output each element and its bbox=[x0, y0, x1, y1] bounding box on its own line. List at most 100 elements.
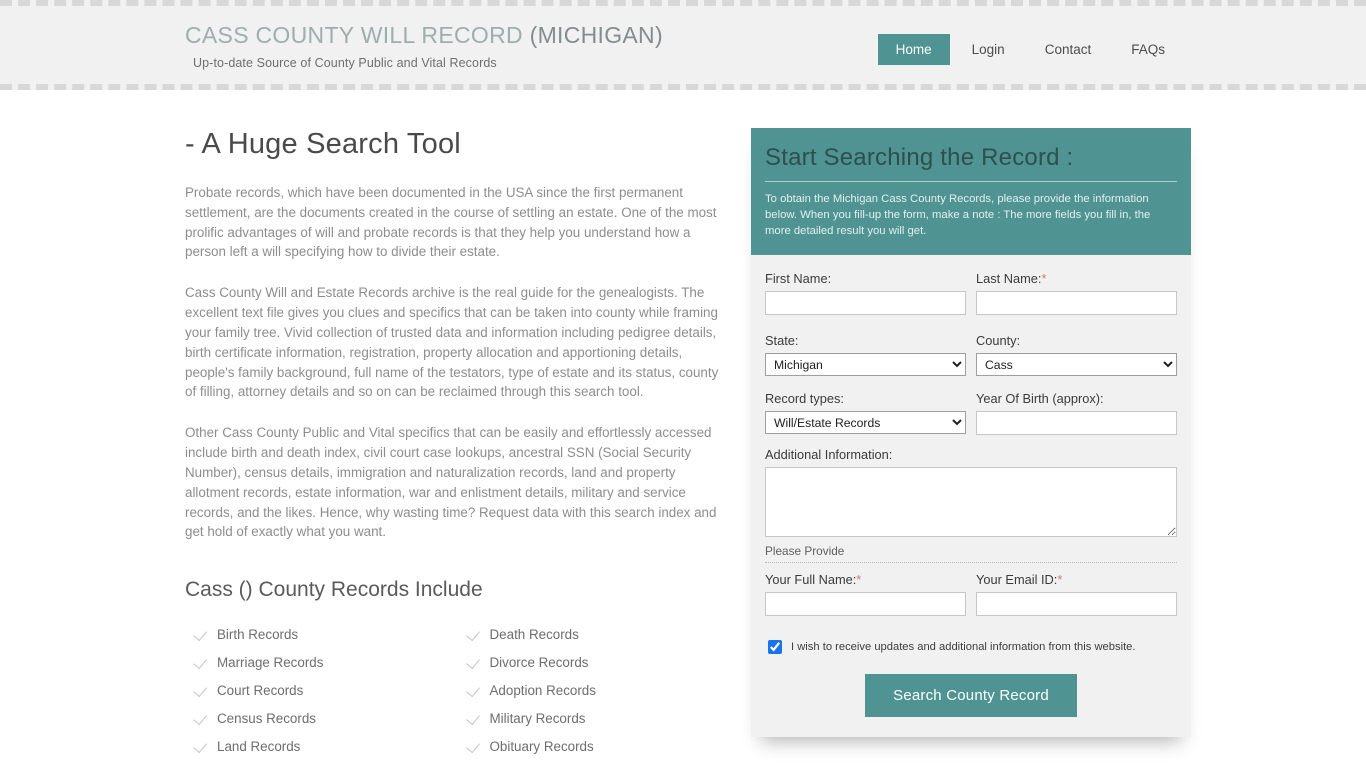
nav-item-login[interactable]: Login bbox=[954, 34, 1023, 65]
optin-checkbox[interactable] bbox=[768, 640, 782, 655]
first-name-label-text: First Name: bbox=[765, 271, 832, 287]
check-icon bbox=[468, 740, 481, 753]
list-item: Court Records bbox=[195, 676, 458, 704]
first-name-input[interactable] bbox=[765, 291, 966, 316]
check-icon bbox=[195, 712, 208, 725]
check-icon bbox=[195, 684, 208, 697]
location-row: State: Michigan County: Cass bbox=[765, 333, 1177, 377]
form-body: First Name: Last Name:* State: Michigan … bbox=[751, 255, 1191, 737]
required-asterisk: * bbox=[1041, 271, 1047, 287]
list-item-label: Death Records bbox=[489, 626, 579, 642]
state-label: State: bbox=[765, 333, 799, 349]
check-icon bbox=[195, 656, 208, 669]
list-item: Divorce Records bbox=[468, 648, 731, 676]
first-name-field: First Name: bbox=[765, 271, 966, 316]
year-of-birth-input[interactable] bbox=[976, 411, 1177, 436]
site-header: CASS COUNTY WILL RECORD (MICHIGAN) Up-to… bbox=[0, 0, 1366, 90]
email-label-text: Your Email ID: bbox=[976, 572, 1058, 588]
form-heading: Start Searching the Record : bbox=[765, 144, 1177, 182]
list-item-label: Obituary Records bbox=[489, 738, 594, 754]
submit-wrap: Search County Record bbox=[765, 674, 1177, 718]
list-item: Land Records bbox=[195, 732, 458, 760]
record-row: Record types: Will/Estate Records Year O… bbox=[765, 391, 1177, 436]
list-item: Marriage Records bbox=[195, 648, 458, 676]
please-provide-label: Please Provide bbox=[765, 544, 1177, 564]
article-paragraph-2: Cass County Will and Estate Records arch… bbox=[185, 285, 719, 400]
page-title: - A Huge Search Tool bbox=[185, 128, 461, 160]
email-label: Your Email ID:* bbox=[976, 572, 1177, 587]
full-name-field: Your Full Name:* bbox=[765, 572, 966, 617]
nav-item-home[interactable]: Home bbox=[877, 34, 950, 65]
county-select[interactable]: Cass bbox=[976, 353, 1177, 377]
check-icon bbox=[195, 740, 208, 753]
header-inner: CASS COUNTY WILL RECORD (MICHIGAN) Up-to… bbox=[183, 6, 1183, 84]
records-list: Birth Records Death Records Marriage Rec… bbox=[185, 620, 730, 768]
year-of-birth-label: Year Of Birth (approx): bbox=[976, 391, 1104, 407]
list-item: War Records bbox=[468, 760, 731, 768]
check-icon bbox=[468, 684, 481, 697]
additional-info-label: Additional Information: bbox=[765, 447, 893, 463]
name-row: First Name: Last Name:* bbox=[765, 271, 1177, 316]
site-title-main: CASS COUNTY WILL RECORD bbox=[185, 22, 523, 48]
year-of-birth-field: Year Of Birth (approx): bbox=[976, 391, 1177, 436]
record-types-field: Record types: Will/Estate Records bbox=[765, 391, 966, 435]
additional-info-textarea[interactable] bbox=[765, 467, 1177, 538]
required-asterisk: * bbox=[856, 572, 862, 588]
list-item: Military Records bbox=[468, 704, 731, 732]
form-description: To obtain the Michigan Cass County Recor… bbox=[765, 193, 1151, 238]
list-item: Will & Estate Records bbox=[195, 760, 458, 768]
article-paragraph-3: Other Cass County Public and Vital speci… bbox=[185, 425, 717, 540]
nav-item-faqs[interactable]: FAQs bbox=[1113, 34, 1183, 65]
full-name-label-text: Your Full Name: bbox=[765, 572, 857, 588]
list-item: Obituary Records bbox=[468, 732, 731, 760]
list-item-label: Birth Records bbox=[217, 626, 299, 642]
last-name-field: Last Name:* bbox=[976, 271, 1177, 316]
form-header: Start Searching the Record : To obtain t… bbox=[751, 128, 1191, 256]
list-item: Birth Records bbox=[195, 620, 458, 648]
records-heading: Cass () County Records Include bbox=[185, 578, 483, 602]
search-county-record-button[interactable]: Search County Record bbox=[865, 674, 1077, 718]
required-asterisk: * bbox=[1057, 572, 1063, 588]
full-name-label: Your Full Name:* bbox=[765, 572, 966, 587]
article-column: - A Huge Search Tool Probate records, wh… bbox=[185, 128, 730, 768]
site-subtitle: Up-to-date Source of County Public and V… bbox=[193, 56, 497, 71]
check-icon bbox=[468, 656, 481, 669]
list-item: Death Records bbox=[468, 620, 731, 648]
list-item-label: Land Records bbox=[217, 738, 301, 754]
search-form-panel: Start Searching the Record : To obtain t… bbox=[751, 128, 1191, 738]
contact-row: Your Full Name:* Your Email ID:* bbox=[765, 572, 1177, 617]
article-paragraph-1: Probate records, which have been documen… bbox=[185, 185, 717, 260]
nav-item-contact[interactable]: Contact bbox=[1027, 34, 1110, 65]
main-nav: Home Login Contact FAQs bbox=[877, 34, 1183, 65]
list-item-label: Adoption Records bbox=[489, 682, 596, 698]
list-item-label: Census Records bbox=[217, 710, 316, 726]
brand: CASS COUNTY WILL RECORD (MICHIGAN) Up-to… bbox=[185, 22, 663, 71]
list-item-label: Divorce Records bbox=[489, 654, 589, 670]
site-title-state: (MICHIGAN) bbox=[529, 22, 663, 48]
county-label: County: bbox=[976, 333, 1021, 349]
first-name-label: First Name: bbox=[765, 271, 966, 286]
state-select[interactable]: Michigan bbox=[765, 353, 966, 377]
last-name-label: Last Name:* bbox=[976, 271, 1177, 286]
last-name-input[interactable] bbox=[976, 291, 1177, 316]
list-item: Census Records bbox=[195, 704, 458, 732]
full-name-input[interactable] bbox=[765, 592, 966, 617]
site-title: CASS COUNTY WILL RECORD (MICHIGAN) bbox=[185, 22, 663, 48]
list-item-label: Marriage Records bbox=[217, 654, 324, 670]
state-field: State: Michigan bbox=[765, 333, 966, 377]
page-container: - A Huge Search Tool Probate records, wh… bbox=[183, 90, 1191, 768]
additional-info-field: Additional Information: bbox=[765, 447, 1177, 542]
check-icon bbox=[468, 712, 481, 725]
list-item-label: Military Records bbox=[489, 710, 586, 726]
list-item: Adoption Records bbox=[468, 676, 731, 704]
record-types-select[interactable]: Will/Estate Records bbox=[765, 411, 966, 435]
county-field: County: Cass bbox=[976, 333, 1177, 377]
email-field: Your Email ID:* bbox=[976, 572, 1177, 617]
list-item-label: Court Records bbox=[217, 682, 304, 698]
email-input[interactable] bbox=[976, 592, 1177, 617]
optin-row: I wish to receive updates and additional… bbox=[765, 640, 1177, 655]
optin-label: I wish to receive updates and additional… bbox=[791, 641, 1136, 654]
last-name-label-text: Last Name: bbox=[976, 271, 1042, 287]
check-icon bbox=[195, 628, 208, 641]
check-icon bbox=[468, 628, 481, 641]
